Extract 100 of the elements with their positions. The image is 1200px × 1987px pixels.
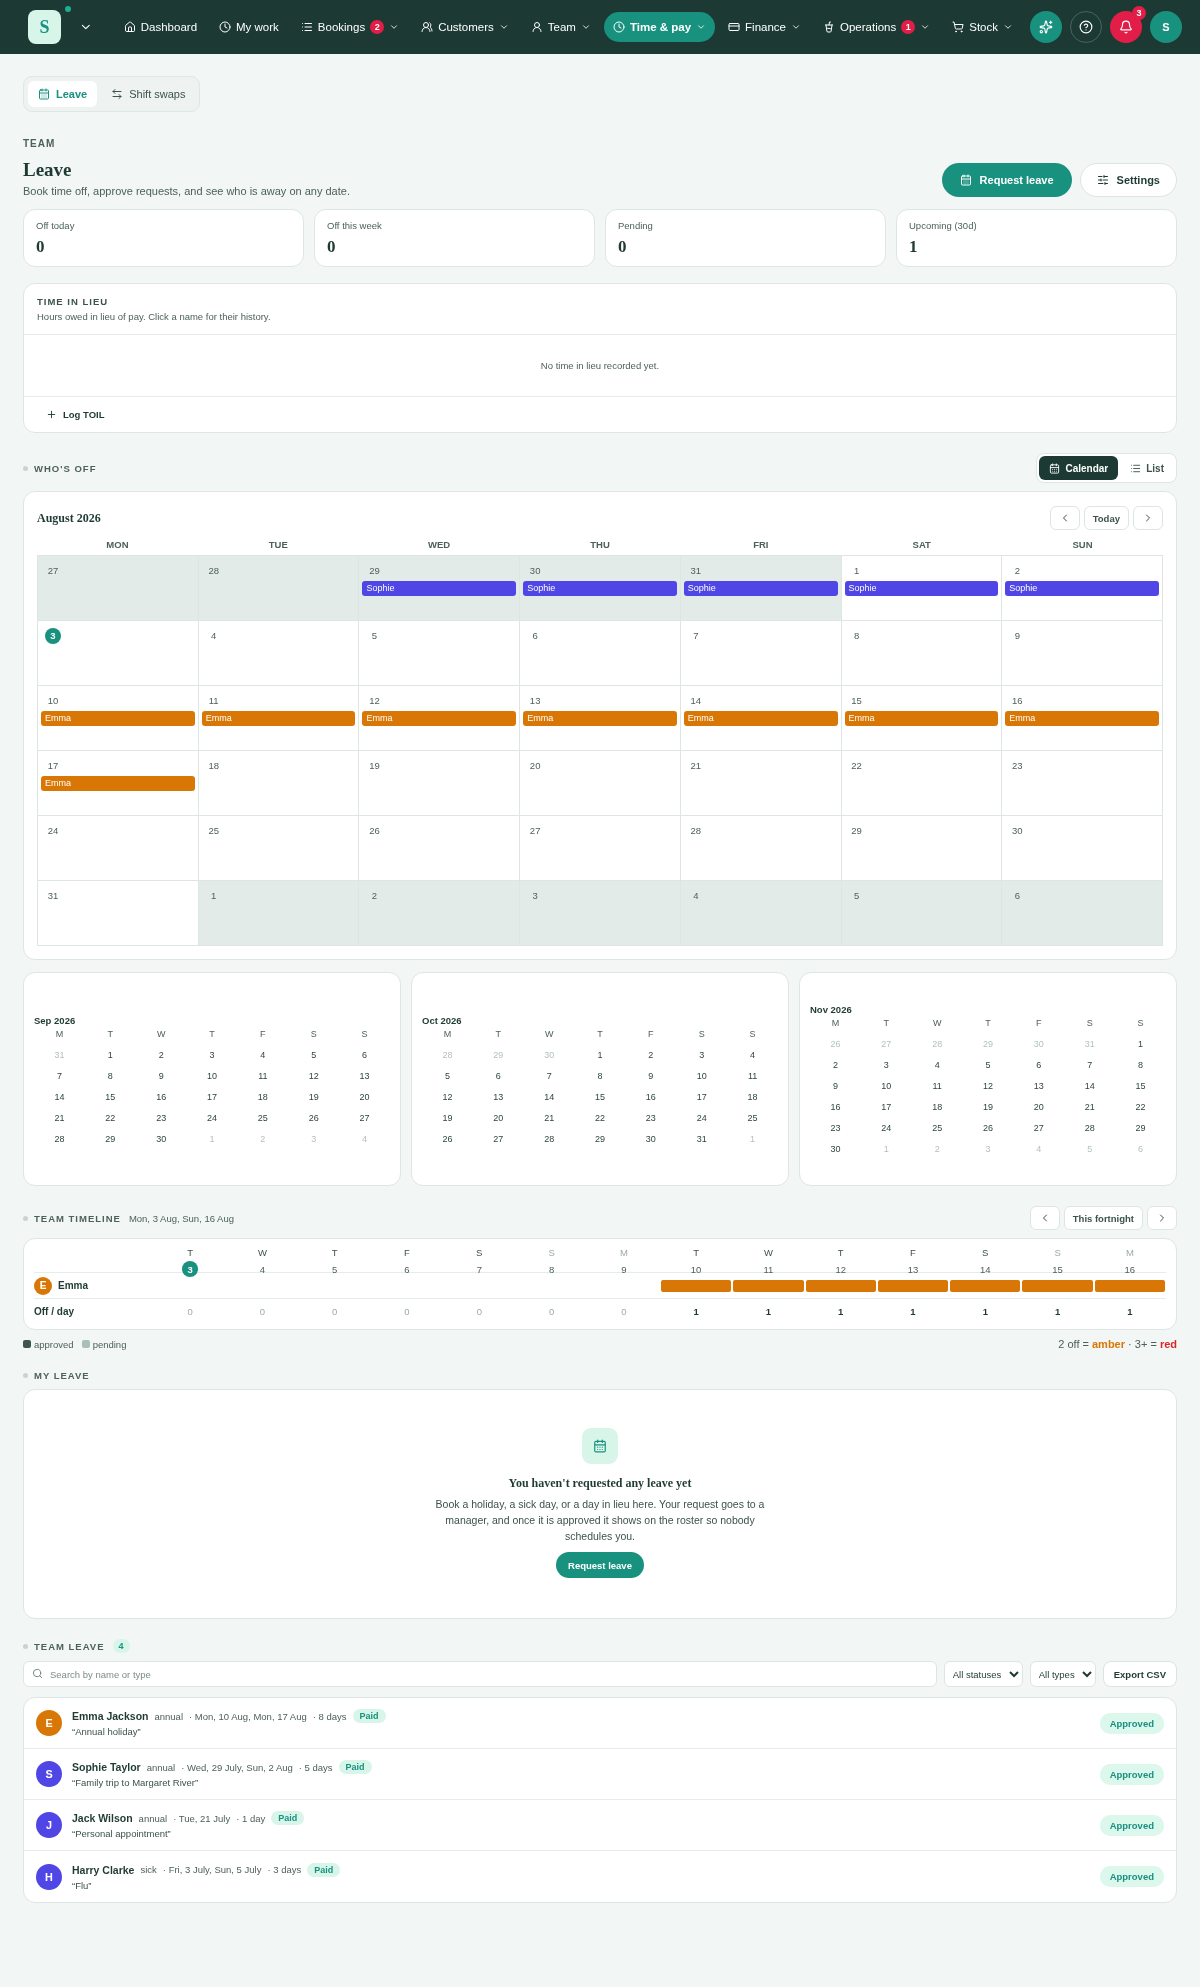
day-cell[interactable]: 9 bbox=[1002, 621, 1163, 686]
nav-item[interactable]: My work bbox=[210, 12, 288, 42]
day-number[interactable]: 12 bbox=[962, 1081, 1014, 1091]
day-cell[interactable]: 31 Sophie bbox=[680, 556, 842, 621]
day-number[interactable]: 22 bbox=[1115, 1102, 1166, 1112]
person-name[interactable]: Sophie Taylor bbox=[72, 1761, 141, 1773]
day-cell[interactable]: 11 Emma bbox=[198, 686, 360, 751]
day-number[interactable]: 29 bbox=[84, 1133, 136, 1144]
day-number[interactable]: 19 bbox=[288, 1091, 340, 1102]
day-cell[interactable]: 14 Emma bbox=[680, 686, 842, 751]
user-avatar[interactable]: S bbox=[1150, 11, 1182, 43]
day-number[interactable]: 13 bbox=[339, 1070, 390, 1081]
day-number[interactable]: 28 bbox=[34, 1133, 85, 1144]
day-number[interactable]: 15 bbox=[574, 1091, 626, 1102]
settings-button[interactable]: Settings bbox=[1079, 163, 1177, 197]
day-number[interactable]: 1 bbox=[1115, 1039, 1166, 1049]
day-cell[interactable]: 13 Emma bbox=[520, 686, 681, 751]
day-cell[interactable]: 23 bbox=[1002, 751, 1163, 816]
nav-item[interactable]: Dashboard bbox=[114, 12, 207, 42]
day-number[interactable]: 9 bbox=[135, 1070, 187, 1081]
day-number[interactable]: 8 bbox=[574, 1070, 626, 1081]
day-cell[interactable]: 29 Sophie bbox=[359, 556, 521, 621]
day-number[interactable]: 16 bbox=[810, 1102, 861, 1112]
day-cell[interactable]: 6 bbox=[520, 621, 681, 686]
day-number[interactable]: 22 bbox=[84, 1112, 136, 1123]
day-number[interactable]: 3 bbox=[186, 1049, 238, 1060]
day-cell[interactable]: 28 bbox=[198, 556, 360, 621]
day-number[interactable]: 28 bbox=[1064, 1123, 1116, 1133]
day-number[interactable]: 20 bbox=[339, 1091, 390, 1102]
day-number[interactable]: 7 bbox=[1064, 1060, 1116, 1070]
leave-event[interactable]: Sophie bbox=[1005, 580, 1159, 596]
day-number[interactable]: 25 bbox=[911, 1123, 963, 1133]
request-leave-button[interactable]: Request leave bbox=[556, 1552, 644, 1579]
day-number[interactable]: 16 bbox=[625, 1091, 677, 1102]
day-cell[interactable]: 7 bbox=[680, 621, 842, 686]
day-number[interactable]: 24 bbox=[186, 1112, 238, 1123]
export-button[interactable]: Export CSV bbox=[1102, 1661, 1177, 1687]
day-number[interactable]: 22 bbox=[574, 1112, 626, 1123]
person-name[interactable]: Emma Jackson bbox=[72, 1710, 149, 1722]
day-cell[interactable]: 12 Emma bbox=[359, 686, 521, 751]
day-number[interactable]: 21 bbox=[34, 1112, 85, 1123]
day-cell[interactable]: 4 bbox=[680, 881, 842, 946]
day-cell[interactable]: 29 bbox=[841, 816, 1003, 881]
day-number[interactable]: 30 bbox=[625, 1133, 677, 1144]
period-button[interactable]: This fortnight bbox=[1063, 1206, 1143, 1230]
day-number[interactable]: 16 bbox=[135, 1091, 187, 1102]
day-number[interactable]: 23 bbox=[810, 1123, 861, 1133]
day-cell[interactable]: 4 bbox=[198, 621, 360, 686]
day-cell[interactable]: 30 Sophie bbox=[520, 556, 681, 621]
day-number[interactable]: 1 bbox=[574, 1049, 626, 1060]
day-cell[interactable]: 30 bbox=[1002, 816, 1163, 881]
day-number[interactable]: 24 bbox=[860, 1123, 912, 1133]
day-cell[interactable]: 3 bbox=[38, 621, 199, 686]
day-number[interactable]: 6 bbox=[339, 1049, 390, 1060]
day-number[interactable]: 26 bbox=[422, 1133, 473, 1144]
type-filter[interactable]: All types bbox=[1029, 1661, 1096, 1687]
day-number[interactable]: 13 bbox=[472, 1091, 524, 1102]
nav-item[interactable]: Stock bbox=[943, 12, 1022, 42]
day-cell[interactable]: 17 Emma bbox=[38, 751, 199, 816]
day-number[interactable]: 17 bbox=[186, 1091, 238, 1102]
day-number[interactable]: 9 bbox=[625, 1070, 677, 1081]
day-cell[interactable]: 10 Emma bbox=[38, 686, 199, 751]
leave-event[interactable]: Sophie bbox=[683, 580, 838, 596]
day-cell[interactable]: 21 bbox=[680, 751, 842, 816]
nav-item[interactable]: Time & pay bbox=[603, 12, 716, 42]
day-number[interactable]: 26 bbox=[288, 1112, 340, 1123]
day-cell[interactable]: 8 bbox=[841, 621, 1003, 686]
day-cell[interactable]: 1 bbox=[198, 881, 360, 946]
day-number[interactable]: 20 bbox=[472, 1112, 524, 1123]
day-cell[interactable]: 19 bbox=[359, 751, 521, 816]
day-number[interactable]: 27 bbox=[339, 1112, 390, 1123]
view-button[interactable]: List bbox=[1120, 456, 1174, 480]
day-number[interactable]: 15 bbox=[1115, 1081, 1166, 1091]
day-cell[interactable]: 16 Emma bbox=[1002, 686, 1163, 751]
day-number[interactable]: 10 bbox=[186, 1070, 238, 1081]
day-number[interactable]: 2 bbox=[135, 1049, 187, 1060]
request-leave-button[interactable]: Request leave bbox=[941, 163, 1072, 197]
day-number[interactable]: 23 bbox=[625, 1112, 677, 1123]
day-number[interactable]: 1 bbox=[84, 1049, 136, 1060]
person-name[interactable]: Jack Wilson bbox=[72, 1812, 133, 1824]
log-toil-button[interactable]: Log TOIL bbox=[46, 409, 105, 420]
day-cell[interactable]: 24 bbox=[38, 816, 199, 881]
day-number[interactable]: 27 bbox=[472, 1133, 524, 1144]
day-cell[interactable]: 5 bbox=[359, 621, 521, 686]
day-number[interactable]: 14 bbox=[1064, 1081, 1116, 1091]
day-number[interactable]: 29 bbox=[574, 1133, 626, 1144]
day-number[interactable]: 8 bbox=[1115, 1060, 1166, 1070]
day-number[interactable]: 14 bbox=[34, 1091, 85, 1102]
day-number[interactable]: 5 bbox=[422, 1070, 473, 1081]
tab[interactable]: Shift swaps bbox=[101, 81, 196, 107]
status-filter[interactable]: All statuses bbox=[943, 1661, 1023, 1687]
day-cell[interactable]: 31 bbox=[38, 881, 199, 946]
day-cell[interactable]: 27 bbox=[38, 556, 199, 621]
day-number[interactable]: 3 bbox=[676, 1049, 728, 1060]
day-number[interactable]: 4 bbox=[727, 1049, 778, 1060]
leave-event[interactable]: Sophie bbox=[523, 580, 677, 596]
day-number[interactable]: 18 bbox=[911, 1102, 963, 1112]
day-number[interactable]: 4 bbox=[911, 1060, 963, 1070]
leave-event[interactable]: Sophie bbox=[362, 580, 517, 596]
day-cell[interactable]: 26 bbox=[359, 816, 521, 881]
